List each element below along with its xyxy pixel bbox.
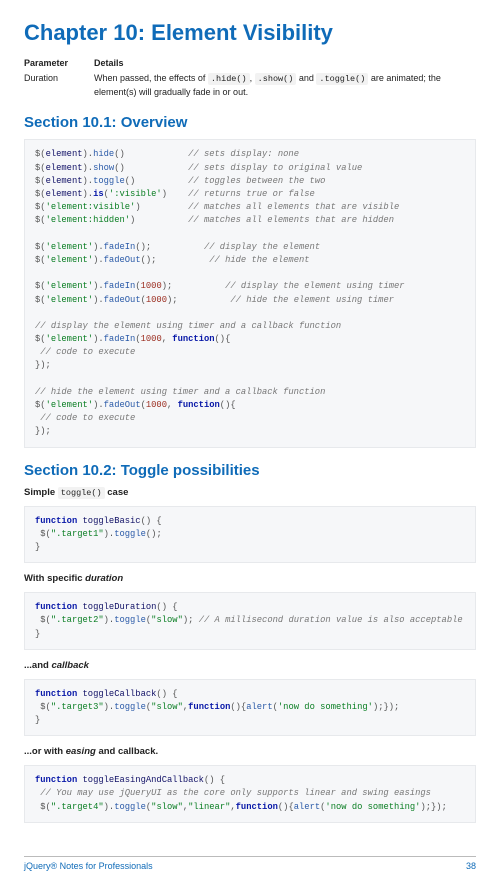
table-row: Duration When passed, the effects of .hi… — [24, 70, 476, 100]
code-block-duration: function toggleDuration() { $(".target2"… — [24, 592, 476, 650]
page-number: 38 — [466, 861, 476, 871]
subheading-duration: With specific duration — [24, 573, 476, 584]
chapter-title: Chapter 10: Element Visibility — [24, 20, 476, 46]
subheading-easing: ...or with easing and callback. — [24, 746, 476, 757]
parameters-table: Parameter Details Duration When passed, … — [24, 56, 476, 100]
param-name: Duration — [24, 70, 94, 100]
section-2-title: Section 10.2: Toggle possibilities — [24, 462, 476, 479]
code-block-basic: function toggleBasic() { $(".target1").t… — [24, 506, 476, 564]
subheading-simple: Simple toggle() case — [24, 487, 476, 498]
code-block-callback: function toggleCallback() { $(".target3"… — [24, 679, 476, 737]
footer-title: jQuery® Notes for Professionals — [24, 861, 153, 871]
section-1-title: Section 10.1: Overview — [24, 114, 476, 131]
col-param: Parameter — [24, 56, 94, 70]
page-footer: jQuery® Notes for Professionals 38 — [24, 856, 476, 871]
subheading-callback: ...and callback — [24, 660, 476, 671]
code-block-easing: function toggleEasingAndCallback() { // … — [24, 765, 476, 823]
param-details: When passed, the effects of .hide(), .sh… — [94, 70, 476, 100]
col-details: Details — [94, 56, 476, 70]
code-block-overview: $(element).hide() // sets display: none … — [24, 139, 476, 447]
